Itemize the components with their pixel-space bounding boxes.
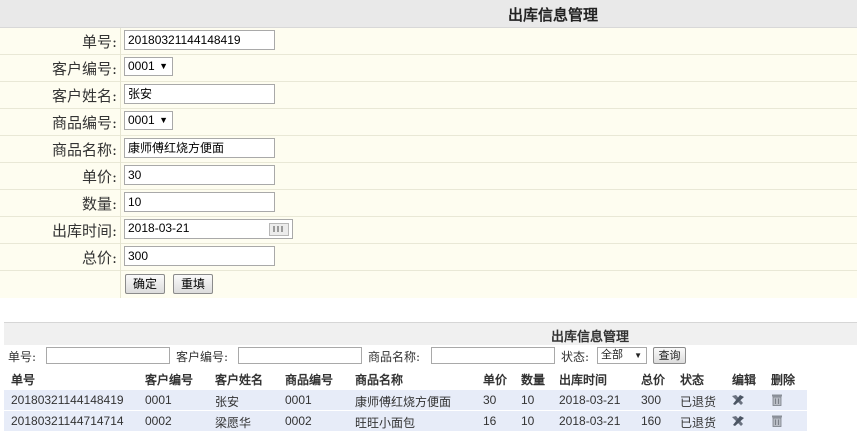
cell-customer-no: 0002 [145,414,172,428]
outbound-list: 出库信息管理 单号: 客户编号: 商品名称: 状态: 全部 ▼ 查询 单号 客户编… [4,322,857,436]
dropdown-arrow-icon: ▼ [159,115,168,125]
search-customer-no-label: 客户编号: [176,350,229,364]
col-order-no: 单号 [11,373,36,387]
customer-no-value: 0001 [128,59,155,73]
product-no-value: 0001 [128,113,155,127]
col-customer-name: 客户姓名 [215,373,264,387]
cell-out-time: 2018-03-21 [559,414,621,428]
cell-quantity: 10 [521,393,535,407]
row-order-no: 单号: 20180321144148419 [0,28,857,55]
status-select[interactable]: 全部 ▼ [597,347,647,364]
cell-total: 160 [641,414,662,428]
row-customer-name: 客户姓名: 张安 [0,82,857,109]
table-row: 20180321144148419 0001 张安 0001 康师傅红烧方便面 … [4,390,807,410]
table-row: 20180321144714714 0002 梁愿华 0002 旺旺小面包 16… [4,411,807,431]
confirm-button[interactable]: 确定 [125,274,165,294]
cell-customer-name: 梁愿华 [215,416,252,430]
table-header: 单号 客户编号 客户姓名 商品编号 商品名称 单价 数量 出库时间 总价 状态 … [4,369,857,388]
status-value: 全部 [601,349,623,361]
row-total: 总价: 300 [0,244,857,271]
cell-unit-price: 16 [483,414,497,428]
calendar-icon[interactable] [269,223,289,236]
form-divider [120,28,121,298]
col-product-name: 商品名称 [355,373,404,387]
form-title: 出库信息管理 [508,6,599,24]
list-title: 出库信息管理 [551,330,630,345]
trash-icon[interactable] [771,414,783,427]
col-unit-price: 单价 [483,373,508,387]
row-actions: 确定 重填 [0,271,857,297]
cell-unit-price: 30 [483,393,497,407]
search-customer-no-input[interactable] [238,347,362,364]
row-unit-price: 单价: 30 [0,163,857,190]
edit-tools-icon[interactable] [731,394,745,406]
cell-order-no: 20180321144714714 [11,414,124,428]
cell-customer-name: 张安 [215,395,240,409]
quantity-input[interactable]: 10 [124,192,275,212]
search-product-name-input[interactable] [431,347,555,364]
col-total: 总价 [641,373,666,387]
cell-product-no: 0002 [285,414,312,428]
product-no-select[interactable]: 0001 ▼ [124,111,173,130]
trash-icon[interactable] [771,393,783,406]
cell-order-no: 20180321144148419 [11,393,124,407]
total-label: 总价: [81,249,117,267]
customer-no-label: 客户编号: [51,60,117,78]
query-button[interactable]: 查询 [653,347,686,364]
order-no-label: 单号: [81,33,117,51]
order-no-input[interactable]: 20180321144148419 [124,30,275,50]
row-product-no: 商品编号: 0001 ▼ [0,109,857,136]
product-name-input[interactable]: 康师傅红烧方便面 [124,138,275,158]
reset-button[interactable]: 重填 [173,274,213,294]
cell-status: 已退货 [680,395,717,409]
dropdown-arrow-icon: ▼ [159,61,168,71]
cell-out-time: 2018-03-21 [559,393,621,407]
customer-name-label: 客户姓名: [51,87,117,105]
product-name-label: 商品名称: [51,141,117,159]
out-time-label: 出库时间: [51,222,117,240]
cell-product-name: 旺旺小面包 [355,416,416,430]
cell-total: 300 [641,393,662,407]
cell-customer-no: 0001 [145,393,172,407]
search-status-label: 状态: [561,350,590,364]
row-customer-no: 客户编号: 0001 ▼ [0,55,857,82]
outbound-form: 单号: 20180321144148419 客户编号: 0001 ▼ 客户姓名: … [0,28,857,298]
out-time-value: 2018-03-21 [128,221,190,235]
edit-tools-icon[interactable] [731,415,745,427]
col-status: 状态 [680,373,705,387]
total-input[interactable]: 300 [124,246,275,266]
search-order-no-label: 单号: [8,350,37,364]
row-quantity: 数量: 10 [0,190,857,217]
col-out-time: 出库时间 [559,373,608,387]
search-bar: 单号: 客户编号: 商品名称: 状态: 全部 ▼ 查询 [4,345,857,367]
search-order-no-input[interactable] [46,347,170,364]
list-header: 出库信息管理 [4,322,857,345]
col-customer-no: 客户编号 [145,373,194,387]
row-product-name: 商品名称: 康师傅红烧方便面 [0,136,857,163]
cell-status: 已退货 [680,416,717,430]
customer-no-select[interactable]: 0001 ▼ [124,57,173,76]
cell-product-name: 康师傅红烧方便面 [355,395,452,409]
customer-name-input[interactable]: 张安 [124,84,275,104]
product-no-label: 商品编号: [51,114,117,132]
col-quantity: 数量 [521,373,546,387]
col-delete: 删除 [771,373,796,387]
unit-price-label: 单价: [81,168,117,186]
cell-quantity: 10 [521,414,535,428]
dropdown-arrow-icon: ▼ [634,351,642,360]
form-header: 出库信息管理 [0,0,857,28]
col-product-no: 商品编号 [285,373,334,387]
out-time-input[interactable]: 2018-03-21 [124,219,293,239]
col-edit: 编辑 [732,373,757,387]
unit-price-input[interactable]: 30 [124,165,275,185]
quantity-label: 数量: [81,195,117,213]
cell-product-no: 0001 [285,393,312,407]
row-out-time: 出库时间: 2018-03-21 [0,217,857,244]
search-product-name-label: 商品名称: [368,350,421,364]
